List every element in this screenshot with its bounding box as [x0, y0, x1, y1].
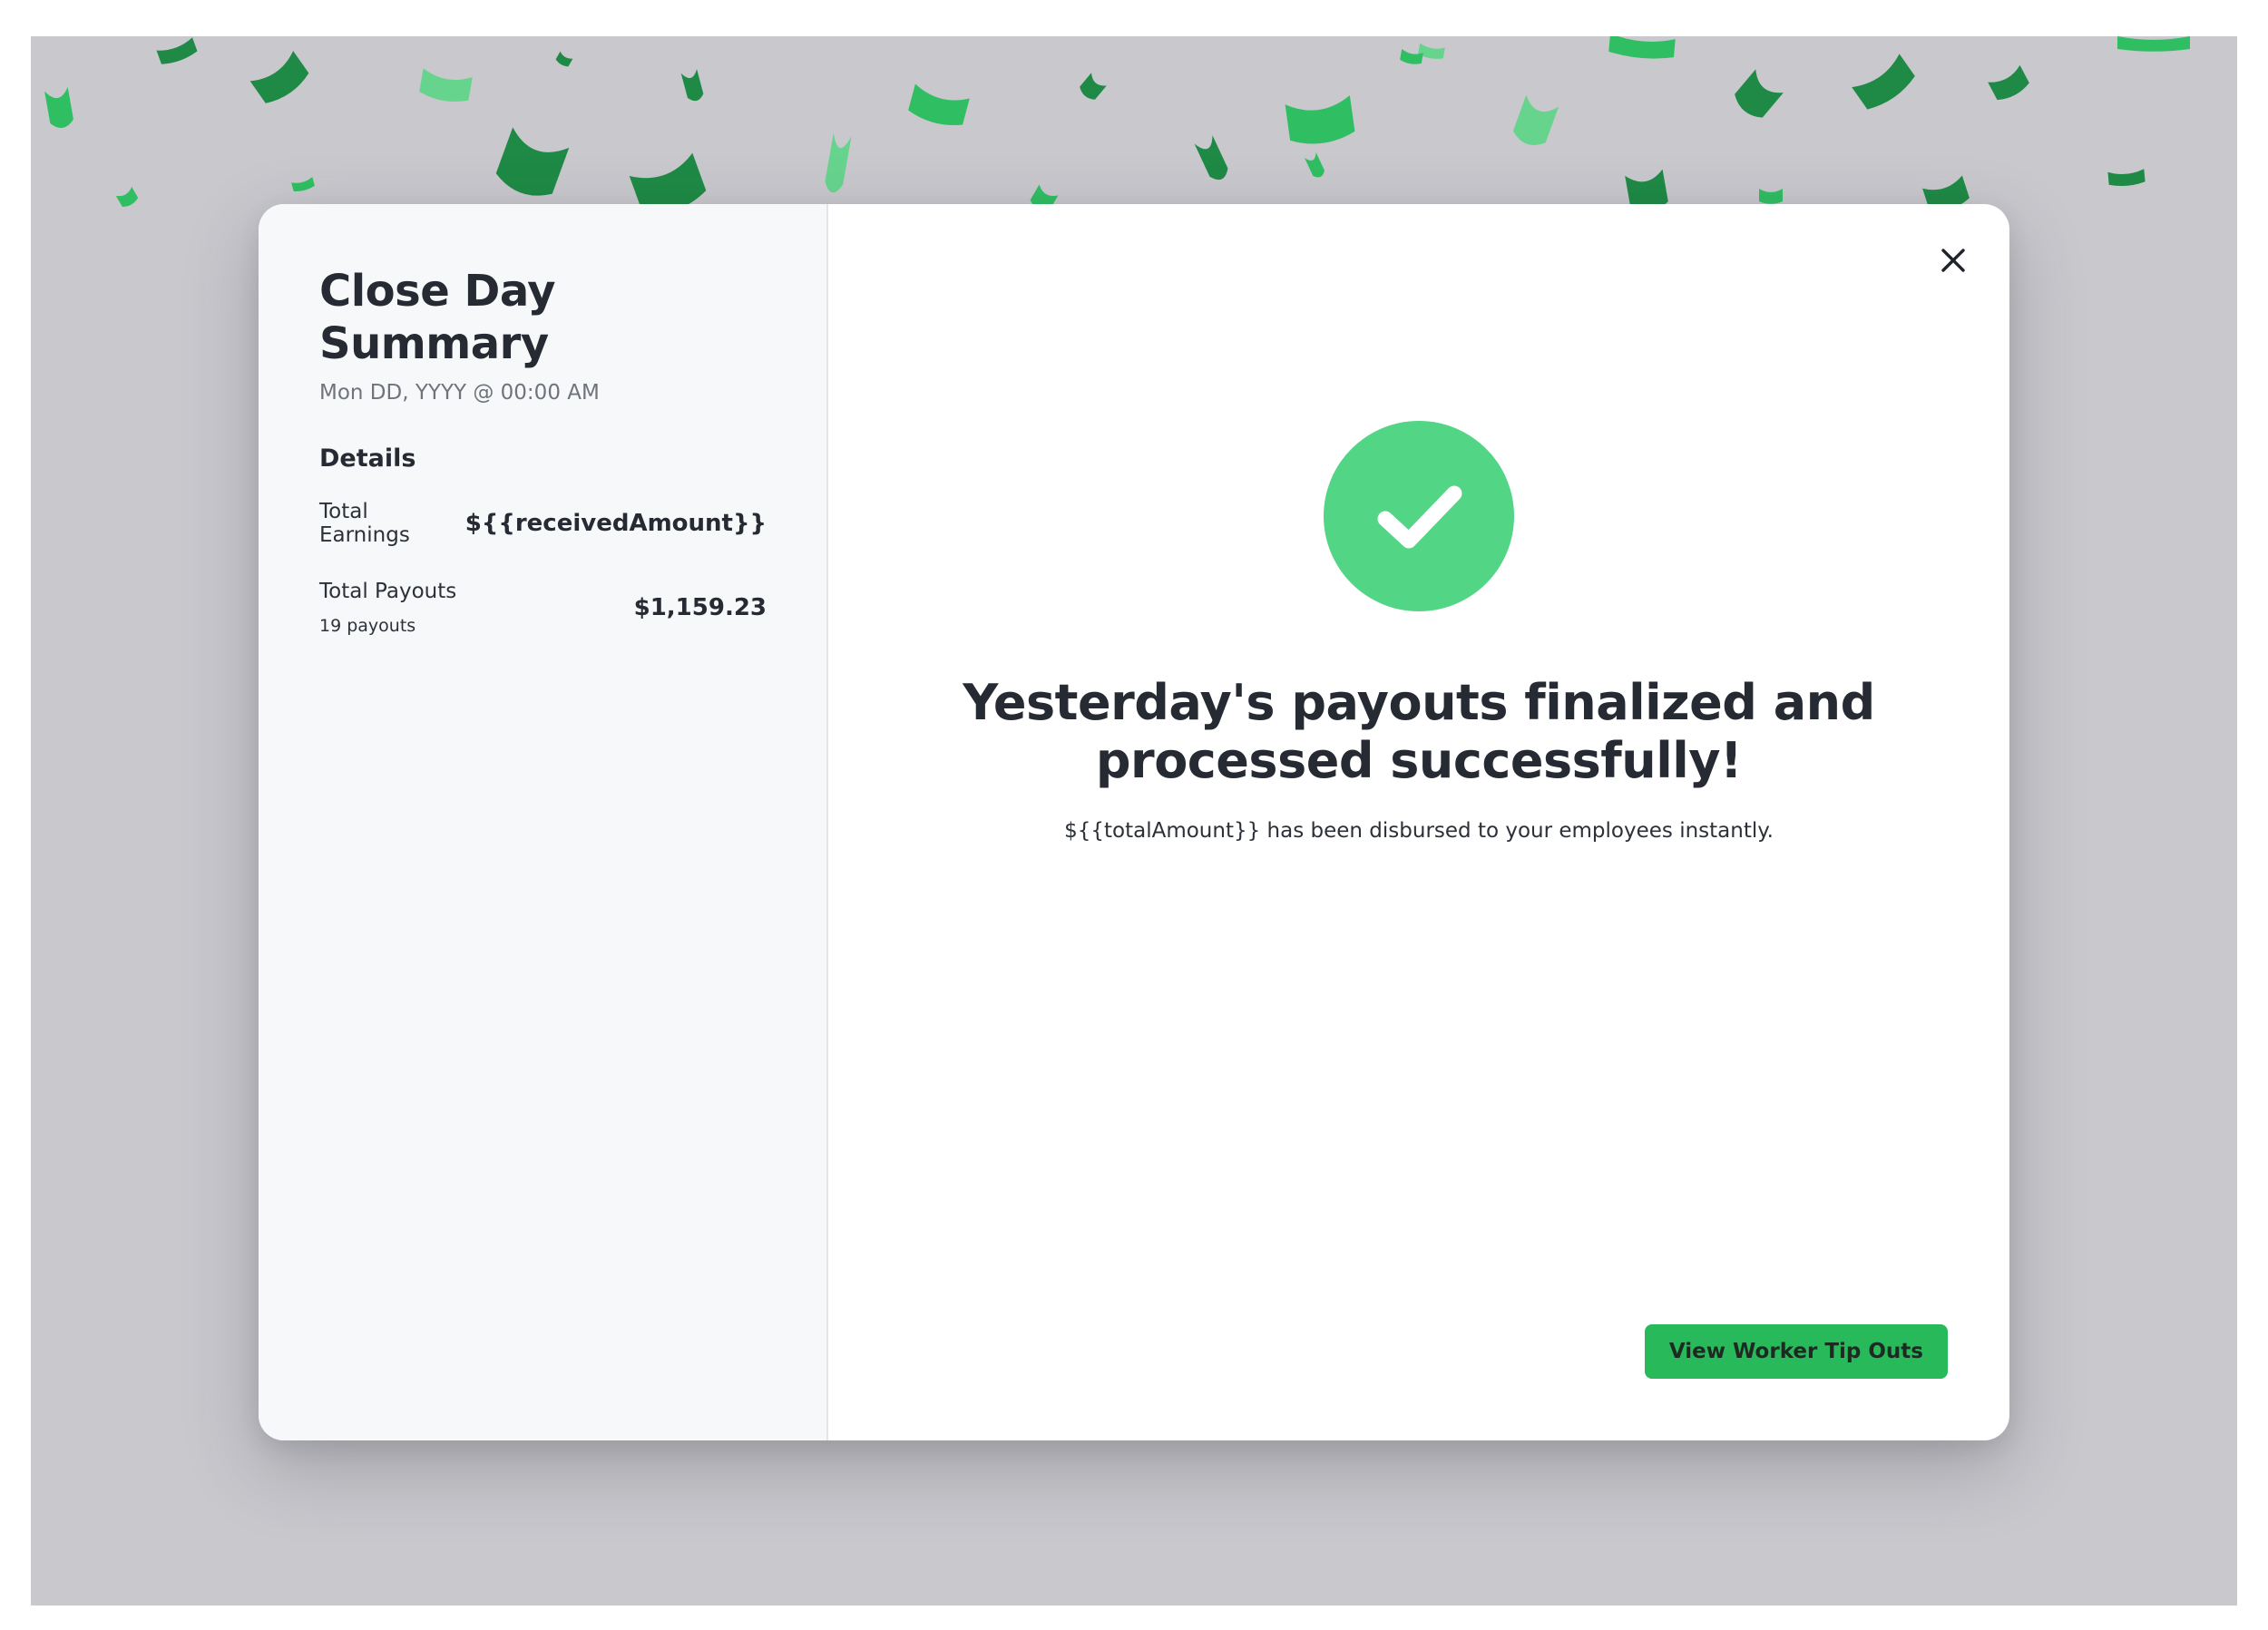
- close-day-summary-modal: Close Day Summary Mon DD, YYYY @ 00:00 A…: [259, 204, 2009, 1440]
- confetti-piece: [1080, 73, 1107, 100]
- total-payouts-label: Total Payouts: [319, 580, 457, 604]
- total-earnings-row: Total Earnings ${{receivedAmount}}: [319, 500, 767, 547]
- confetti-piece: [419, 68, 473, 102]
- confetti-piece: [2117, 36, 2190, 52]
- total-earnings-label: Total Earnings: [319, 500, 410, 548]
- confetti-piece: [1512, 94, 1559, 145]
- confetti-piece: [1305, 152, 1325, 178]
- confetti-piece: [115, 186, 139, 208]
- confetti-piece: [2107, 169, 2146, 187]
- confetti-piece: [495, 127, 570, 196]
- total-earnings-value: ${{receivedAmount}}: [464, 510, 767, 538]
- close-icon: [1941, 249, 1965, 272]
- total-payouts-value: $1,159.23: [633, 594, 767, 622]
- confetti-piece: [555, 51, 573, 67]
- confetti-piece: [680, 69, 704, 102]
- confetti-piece: [1608, 36, 1676, 59]
- confetti-piece: [249, 51, 309, 103]
- confetti-piece: [825, 132, 852, 193]
- close-button[interactable]: [1937, 244, 1970, 277]
- confetti-piece: [1759, 189, 1783, 204]
- confetti-piece: [1852, 54, 1915, 110]
- confetti-piece: [1285, 95, 1355, 144]
- confetti-piece: [908, 83, 970, 126]
- confetti-piece: [291, 177, 315, 192]
- confetti-piece: [1988, 64, 2029, 101]
- success-message: ${{totalAmount}} has been disbursed to y…: [1064, 819, 1774, 843]
- view-worker-tip-outs-button[interactable]: View Worker Tip Outs: [1644, 1324, 1948, 1379]
- success-badge: [1324, 421, 1514, 611]
- confetti-piece: [1194, 135, 1228, 181]
- confetti-piece: [156, 37, 198, 64]
- total-payouts-row: Total Payouts 19 payouts $1,159.23: [319, 580, 767, 636]
- summary-panel: Close Day Summary Mon DD, YYYY @ 00:00 A…: [259, 204, 828, 1440]
- summary-date: Mon DD, YYYY @ 00:00 AM: [319, 381, 600, 405]
- modal-backdrop: Close Day Summary Mon DD, YYYY @ 00:00 A…: [31, 36, 2237, 1606]
- success-title: Yesterday's payouts finalized and proces…: [963, 674, 1875, 789]
- confetti-piece: [44, 87, 73, 128]
- confetti-piece: [1735, 69, 1784, 118]
- summary-title: Close Day Summary: [319, 266, 556, 369]
- payouts-count: 19 payouts: [319, 616, 416, 637]
- details-heading: Details: [319, 444, 416, 473]
- success-panel: Yesterday's payouts finalized and proces…: [828, 204, 2009, 1440]
- checkmark-icon: [1377, 485, 1462, 549]
